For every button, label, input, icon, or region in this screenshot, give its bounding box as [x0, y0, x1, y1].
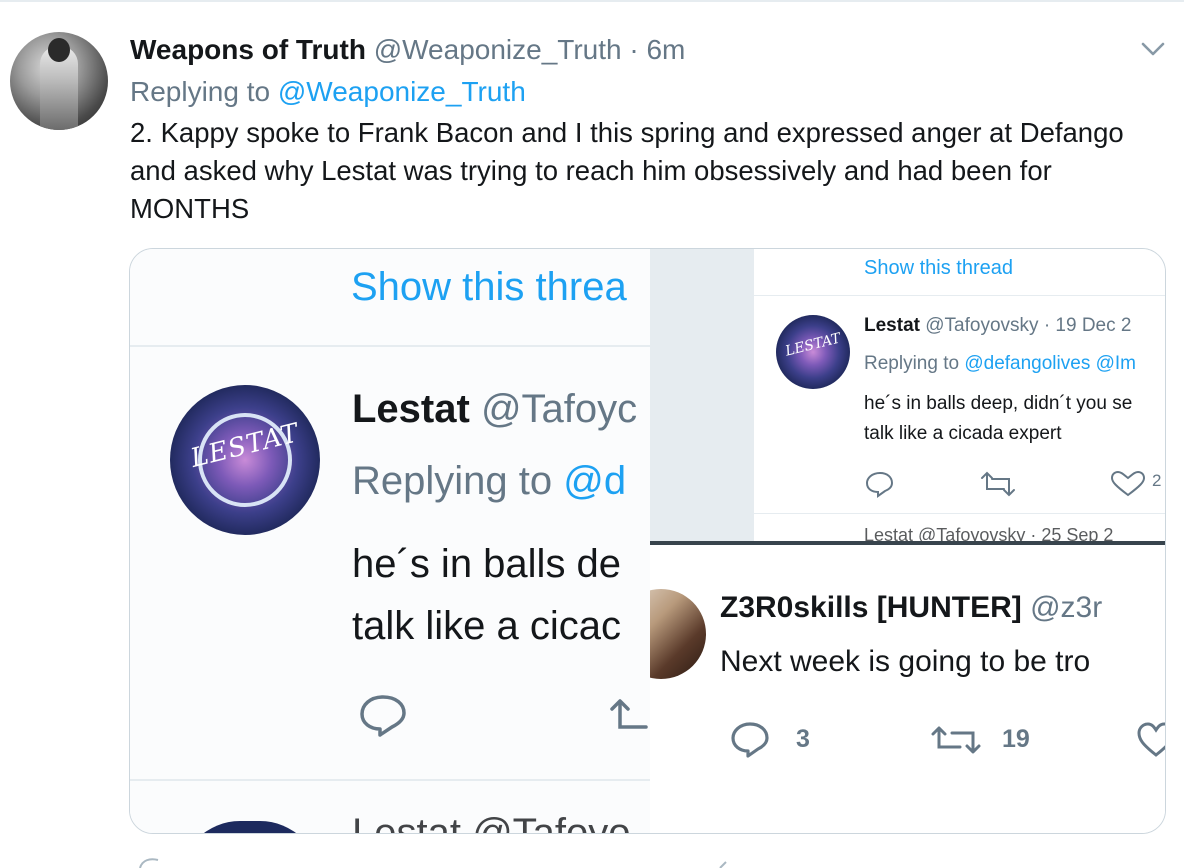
- like-icon: [1110, 470, 1146, 497]
- right-bottom-screenshot-panel: Z3R0skills [HUNTER] @z3r Next week is go…: [650, 541, 1165, 833]
- screenshot-text-line: talk like a cicac: [352, 604, 621, 648]
- tweet-header: Weapons of Truth @Weaponize_Truth · 6m: [130, 30, 685, 70]
- divider: [754, 295, 1165, 296]
- retweet-count: 19: [1002, 725, 1030, 753]
- screenshot-next-row: Lestat @Tafoyovsky · 25 Sep 2: [864, 525, 1114, 541]
- action-bar-peek: [139, 858, 727, 868]
- screenshot-handle: @Tafoyc: [480, 387, 638, 431]
- screenshot-name: Lestat: [864, 315, 920, 336]
- avatar-logo-text: LESTAT: [783, 330, 843, 360]
- replying-prefix: Replying to: [130, 76, 271, 107]
- divider: [754, 513, 1165, 514]
- screenshot-handle: @Tafoyovsky: [925, 315, 1039, 336]
- reply-count: 3: [796, 725, 810, 753]
- show-thread-text: Show this threa: [351, 265, 627, 309]
- screenshot-text: Next week is going to be tro: [720, 645, 1091, 678]
- right-top-screenshot-panel: Show this thread LESTAT Lestat @Tafoyovs…: [650, 249, 1165, 541]
- like-count: 2: [1152, 471, 1162, 490]
- screenshot-user-line: Lestat @Tafoyc: [352, 387, 637, 432]
- z3r0skills-avatar: [650, 589, 706, 679]
- display-name[interactable]: Weapons of Truth: [130, 34, 366, 65]
- top-divider: [0, 0, 1184, 2]
- tweet-text: 2. Kappy spoke to Frank Bacon and I this…: [130, 117, 1124, 224]
- reply-icon: [360, 695, 406, 737]
- reply-icon: [865, 471, 894, 498]
- replying-to: Replying to @Weaponize_Truth: [130, 72, 526, 112]
- screenshot-name: Lestat: [352, 387, 470, 431]
- show-thread-text: Show this thread: [864, 257, 1013, 279]
- replying-mention-link[interactable]: @Weaponize_Truth: [278, 76, 526, 107]
- timestamp[interactable]: 6m: [646, 34, 685, 65]
- retweet-icon: [931, 726, 981, 754]
- user-handle[interactable]: @Weaponize_Truth: [374, 34, 622, 65]
- reply-icon: [731, 722, 769, 758]
- lestat-avatar: LESTAT: [170, 385, 320, 535]
- lestat-avatar: [180, 821, 320, 833]
- screenshot-replying: Replying to @defangolives @Im: [864, 353, 1136, 375]
- retweet-icon: [981, 471, 1015, 497]
- screenshot-white-panel: Show this thread LESTAT Lestat @Tafoyovs…: [754, 249, 1165, 541]
- divider: [130, 779, 650, 781]
- screenshot-text-line: talk like a cicada expert: [864, 423, 1062, 444]
- screenshot-replying-mentions: @defangolives @Im: [964, 353, 1136, 374]
- lestat-avatar: LESTAT: [776, 315, 850, 389]
- screenshot-replying-mention: @d: [563, 459, 627, 503]
- screenshot-text: he´s in balls deep, didn´t you se talk l…: [864, 389, 1132, 449]
- screenshot-replying-prefix: Replying to: [352, 459, 553, 503]
- screenshot-replying-prefix: Replying to: [864, 353, 960, 374]
- like-icon: [1137, 722, 1165, 757]
- separator-dot: ·: [629, 34, 639, 65]
- attached-image[interactable]: Show this threa LESTAT Lestat @Tafoyc Re…: [129, 248, 1166, 834]
- retweet-icon: [610, 699, 648, 729]
- divider: [130, 345, 650, 347]
- screenshot-user-line: Lestat @Tafoyovsky · 19 Dec 2: [864, 315, 1131, 337]
- avatar-head: [48, 38, 70, 62]
- screenshot-action-icons: [865, 470, 1146, 498]
- chevron-down-icon[interactable]: [1140, 40, 1166, 58]
- screenshot-text-line: he´s in balls de: [352, 542, 622, 586]
- screenshot-next-row: Lestat @Tafoyo: [352, 811, 631, 834]
- screenshot-user-line: Z3R0skills [HUNTER] @z3r: [720, 591, 1102, 625]
- screenshot-text: he´s in balls de talk like a cicac: [352, 533, 621, 657]
- screenshot-date: · 19 Dec 2: [1043, 315, 1132, 336]
- avatar[interactable]: [10, 32, 108, 130]
- screenshot-text-line: he´s in balls deep, didn´t you se: [864, 393, 1133, 414]
- screenshot-handle: @z3r: [1030, 591, 1103, 624]
- left-screenshot-panel: Show this threa LESTAT Lestat @Tafoyc Re…: [130, 249, 650, 834]
- screenshot-name: Z3R0skills [HUNTER]: [720, 591, 1022, 624]
- screenshot-replying: Replying to @d: [352, 459, 626, 504]
